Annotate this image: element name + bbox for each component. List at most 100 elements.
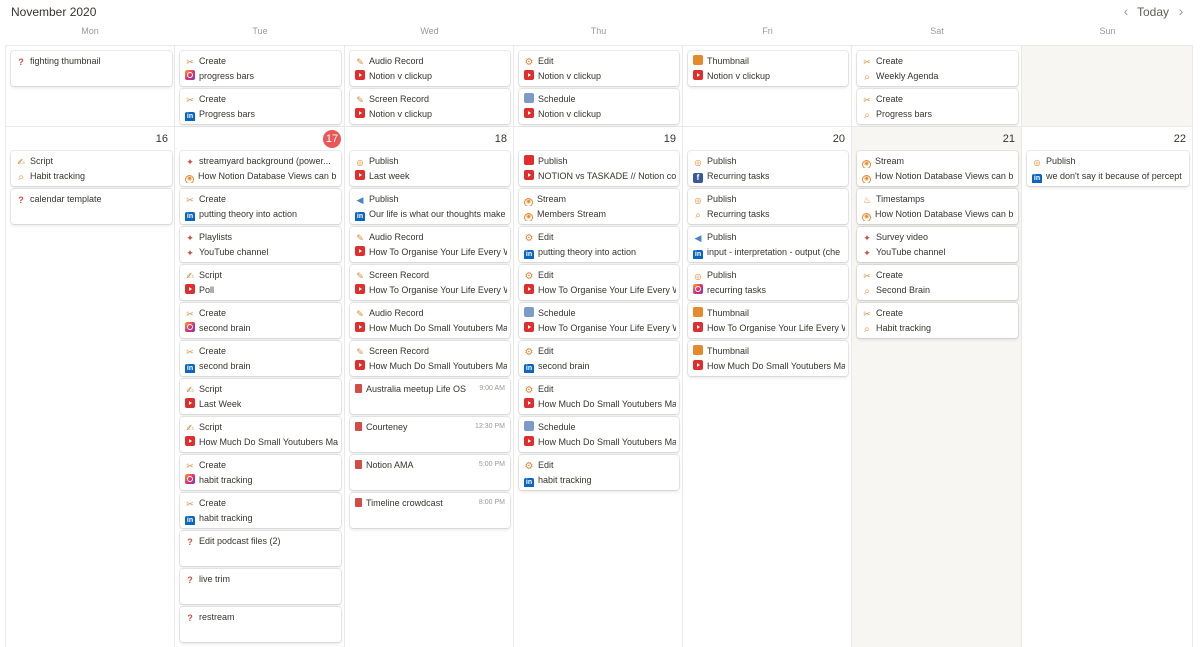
event-title-line: ✎ Audio Record [355, 230, 507, 244]
event-project: NOTION vs TASKADE // Notion co [538, 171, 676, 181]
event-card[interactable]: ⚙ Edit in second brain [519, 341, 679, 376]
event-title-line: Publish [524, 154, 676, 168]
event-card[interactable]: ✦ Playlists ✦ YouTube channel [180, 227, 341, 262]
event-card[interactable]: Schedule How Much Do Small Youtubers Ma [519, 417, 679, 452]
event-card[interactable]: ◀ Publish in input - interpretation - outpu… [688, 227, 848, 262]
event-card[interactable]: ? live trim [180, 569, 341, 604]
event-card[interactable]: ✂ Create ⌕ Progress bars [857, 89, 1018, 124]
event-card[interactable]: ✂ Create habit tracking [180, 455, 341, 490]
calendar-icon [524, 421, 534, 431]
event-card[interactable]: ✎ Screen Record How Much Do Small Youtuber… [350, 341, 510, 376]
event-card[interactable]: ? calendar template [11, 189, 172, 224]
day-cell[interactable]: ⚙ Edit Notion v clickup Schedule Notion v cl… [514, 46, 683, 126]
event-card[interactable]: ? restream [180, 607, 341, 642]
day-cell[interactable]: 16 ✍ Script ⌕ Habit tracking? calendar templa… [5, 127, 175, 647]
day-cell[interactable]: 19 Publish NOTION vs TASKADE // Notion co ◉… [514, 127, 683, 647]
search-icon: ⌕ [864, 286, 870, 297]
event-title: Publish [707, 194, 737, 204]
event-card[interactable]: Thumbnail How Much Do Small Youtubers Ma [688, 341, 848, 376]
day-number: 21 [1002, 133, 1015, 145]
event-card[interactable]: ✎ Audio Record Notion v clickup [350, 51, 510, 86]
event-card[interactable]: ✎ Audio Record How To Organise Your Life E… [350, 227, 510, 262]
event-card[interactable]: ⚙ Edit How To Organise Your Life Every W [519, 265, 679, 300]
event-card[interactable]: ⚙ Edit Notion v clickup [519, 51, 679, 86]
event-card[interactable]: ✍ Script Poll [180, 265, 341, 300]
event-card[interactable]: ⚙ Edit in putting theory into action [519, 227, 679, 262]
event-title: Create [199, 56, 227, 66]
day-cell[interactable]: ✎ Audio Record Notion v clickup ✎ Screen Rec… [345, 46, 514, 126]
event-project-line: ◉ How Notion Database Views can b [862, 169, 1015, 183]
event-card[interactable]: ✂ Create in Progress bars [180, 89, 341, 124]
event-card[interactable]: ✂ Create ⌕ Weekly Agenda [857, 51, 1018, 86]
event-card[interactable]: ◉ Stream ◉ Members Stream [519, 189, 679, 224]
event-card[interactable]: Courteney 12:30 PM [350, 417, 510, 452]
event-project: How Notion Database Views can b [875, 171, 1014, 181]
event-card[interactable]: Timeline crowdcast 8:00 PM [350, 493, 510, 528]
event-card[interactable]: ✂ Create second brain [180, 303, 341, 338]
event-project: How To Organise Your Life Every W [369, 285, 507, 295]
event-card[interactable]: ✦ streamyard background (power... ◉ How Not… [180, 151, 341, 186]
event-card[interactable]: ◎ Publish in we don't say it because of per… [1027, 151, 1189, 186]
event-card[interactable]: ◎ Publish Last week [350, 151, 510, 186]
event-project: putting theory into action [538, 247, 637, 257]
event-card[interactable]: ✎ Audio Record How Much Do Small Youtubers… [350, 303, 510, 338]
day-cell[interactable]: ? fighting thumbnail [5, 46, 175, 126]
youtube-icon [185, 398, 195, 408]
day-cell[interactable]: 22 ◎ Publish in we don't say it because of p… [1022, 127, 1193, 647]
pen-icon: ✍ [186, 385, 194, 395]
event-card[interactable]: ✂ Create ⌕ Second Brain [857, 265, 1018, 300]
youtube-icon [185, 284, 195, 294]
event-title-line: ⚙ Edit [524, 268, 676, 282]
event-card[interactable]: ✍ Script ⌕ Habit tracking [11, 151, 172, 186]
event-title: Create [199, 194, 227, 204]
event-card[interactable]: Notion AMA 5:00 PM [350, 455, 510, 490]
day-cell[interactable] [1022, 46, 1193, 126]
weekday-label: Mon [81, 26, 99, 36]
event-title: calendar template [30, 194, 102, 204]
day-cell[interactable]: 17 ✦ streamyard background (power... ◉ How N… [175, 127, 345, 647]
event-title: live trim [199, 574, 230, 584]
event-card[interactable]: ◎ Publish ⌕ Recurring tasks [688, 189, 848, 224]
event-project: How Much Do Small Youtubers Ma [199, 437, 338, 447]
event-card[interactable]: ✍ Script Last Week [180, 379, 341, 414]
event-card[interactable]: ◉ Stream ◉ How Notion Database Views can b [857, 151, 1018, 186]
event-card[interactable]: Thumbnail Notion v clickup [688, 51, 848, 86]
event-card[interactable]: ◎ Publish f Recurring tasks [688, 151, 848, 186]
event-card[interactable]: ✂ Create in habit tracking [180, 493, 341, 528]
day-cell[interactable]: 20 ◎ Publish f Recurring tasks ◎ Publish ⌕ Recur… [683, 127, 852, 647]
event-card[interactable]: ✂ Create in second brain [180, 341, 341, 376]
prev-month-icon[interactable]: ‹ [1119, 3, 1133, 19]
event-card[interactable]: ◎ Publish recurring tasks [688, 265, 848, 300]
today-button[interactable]: Today [1137, 5, 1169, 19]
event-card[interactable]: ♨ Timestamps ◉ How Notion Database Views ca… [857, 189, 1018, 224]
event-card[interactable]: ◀ Publish in Our life is what our thoughts … [350, 189, 510, 224]
event-card[interactable]: ⚙ Edit How Much Do Small Youtubers Ma [519, 379, 679, 414]
event-card[interactable]: ✂ Create progress bars [180, 51, 341, 86]
event-card[interactable]: ⚙ Edit in habit tracking [519, 455, 679, 490]
event-title-line: ✂ Create [862, 268, 1015, 282]
event-card[interactable]: Schedule Notion v clickup [519, 89, 679, 124]
event-card[interactable]: Publish NOTION vs TASKADE // Notion co [519, 151, 679, 186]
event-card[interactable]: Schedule How To Organise Your Life Every … [519, 303, 679, 338]
event-title: fighting thumbnail [30, 56, 101, 66]
day-cell[interactable]: 18 ◎ Publish Last week ◀ Publish in Our life is… [345, 127, 514, 647]
event-title-line: ✂ Create [185, 54, 338, 68]
event-card[interactable]: ✎ Screen Record Notion v clickup [350, 89, 510, 124]
event-card[interactable]: ? Edit podcast files (2) [180, 531, 341, 566]
day-cell[interactable]: Thumbnail Notion v clickup [683, 46, 852, 126]
event-card[interactable]: ✍ Script How Much Do Small Youtubers Ma [180, 417, 341, 452]
event-card[interactable]: ? fighting thumbnail [11, 51, 172, 86]
event-title: Create [876, 308, 904, 318]
day-cell[interactable]: 21 ◉ Stream ◉ How Notion Database Views can … [852, 127, 1022, 647]
next-month-icon[interactable]: › [1174, 3, 1188, 19]
day-cell[interactable]: ✂ Create progress bars ✂ Create in Progress ba… [175, 46, 345, 126]
gear-icon: ⚙ [524, 57, 534, 68]
event-card[interactable]: Australia meetup Life OS 9:00 AM [350, 379, 510, 414]
event-card[interactable]: ✂ Create in putting theory into action [180, 189, 341, 224]
event-card[interactable]: ✂ Create ⌕ Habit tracking [857, 303, 1018, 338]
event-card[interactable]: Thumbnail How To Organise Your Life Every… [688, 303, 848, 338]
gear-icon: ⚙ [524, 385, 534, 396]
day-cell[interactable]: ✂ Create ⌕ Weekly Agenda ✂ Create ⌕ Progress ba… [852, 46, 1022, 126]
event-card[interactable]: ✎ Screen Record How To Organise Your Life … [350, 265, 510, 300]
event-card[interactable]: ✦ Survey video ✦ YouTube channel [857, 227, 1018, 262]
